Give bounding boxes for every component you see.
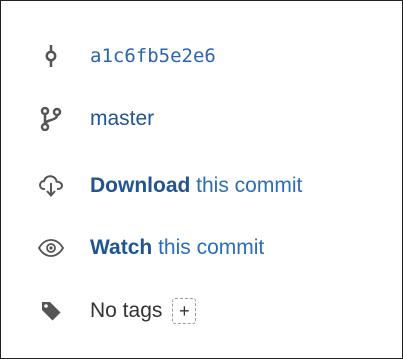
eye-icon bbox=[36, 233, 66, 263]
commit-icon bbox=[36, 41, 66, 71]
tags-row: No tags + bbox=[36, 296, 197, 326]
cloud-download-icon bbox=[36, 171, 66, 201]
no-tags-label: No tags bbox=[90, 299, 163, 322]
download-row: Download this commit bbox=[36, 171, 302, 201]
commit-details-panel: a1c6fb5e2e6 master Download this commit bbox=[0, 0, 403, 359]
watch-suffix-label: this commit bbox=[152, 236, 265, 259]
branch-icon bbox=[36, 104, 66, 134]
branch-row: master bbox=[36, 104, 154, 134]
commit-hash-link[interactable]: a1c6fb5e2e6 bbox=[90, 45, 216, 67]
commit-hash-row: a1c6fb5e2e6 bbox=[36, 41, 216, 71]
download-commit-link[interactable]: Download this commit bbox=[90, 174, 302, 198]
branch-link[interactable]: master bbox=[90, 107, 154, 131]
watch-action-label: Watch bbox=[90, 236, 153, 259]
add-tag-button[interactable]: + bbox=[172, 298, 197, 324]
watch-commit-link[interactable]: Watch this commit bbox=[90, 236, 264, 260]
download-suffix-label: this commit bbox=[190, 174, 303, 197]
watch-row: Watch this commit bbox=[36, 233, 264, 263]
tag-icon bbox=[36, 296, 66, 326]
download-action-label: Download bbox=[90, 174, 191, 197]
